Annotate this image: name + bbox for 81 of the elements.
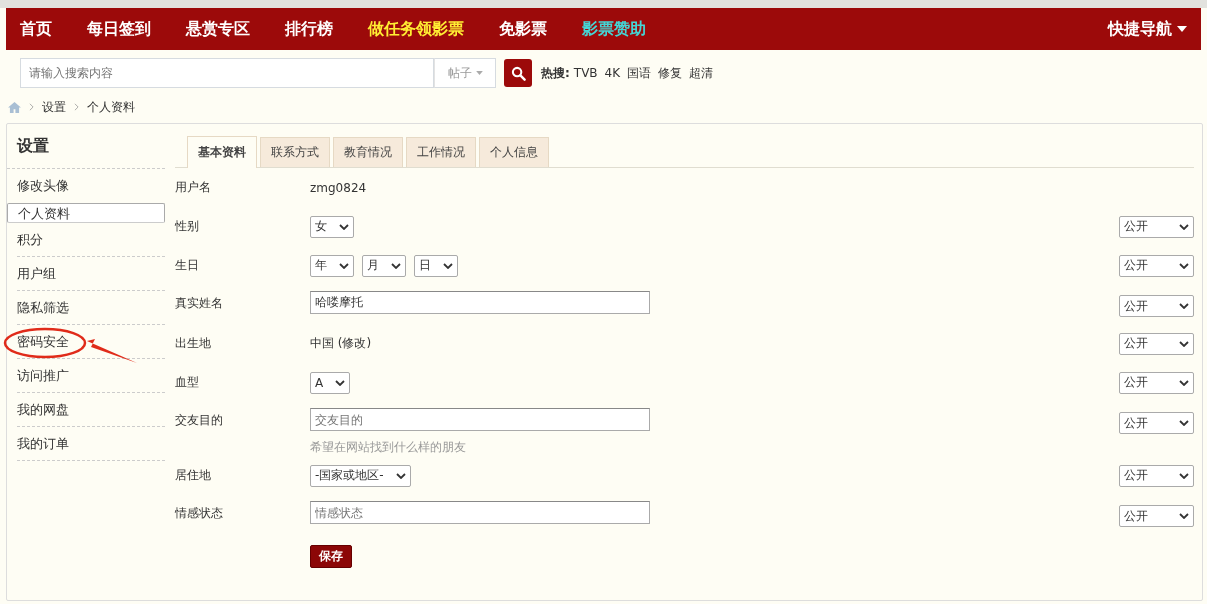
chevron-icon <box>339 262 349 269</box>
input-field[interactable]: 交友目的 <box>310 408 650 431</box>
nav-link[interactable]: 影票赞助 <box>582 18 646 40</box>
hot-search-link[interactable]: 国语 <box>627 64 652 82</box>
privacy-dropdown[interactable]: 公开 <box>1119 332 1194 355</box>
hot-search-label: 热搜: <box>541 64 570 82</box>
tab[interactable]: 工作情况 <box>406 137 476 167</box>
privacy-dropdown[interactable]: 公开 <box>1119 215 1194 238</box>
field-label: 交友目的 <box>175 412 224 429</box>
chevron-icon <box>1179 513 1189 519</box>
privacy-dropdown[interactable]: 公开 <box>1119 254 1194 277</box>
privacy-dropdown[interactable]: 公开 <box>1119 412 1194 434</box>
chevron-icon <box>335 379 346 386</box>
chevron-icon <box>1179 472 1189 479</box>
search-icon <box>510 65 526 81</box>
dropdown[interactable]: 日 <box>414 254 458 277</box>
sidebar-item[interactable]: 用户组 <box>17 266 56 281</box>
dropdown[interactable]: 年 <box>310 254 354 277</box>
breadcrumb-link[interactable]: 设置 <box>42 98 66 116</box>
privacy-dropdown[interactable]: 公开 <box>1119 295 1194 317</box>
search-button[interactable] <box>504 59 532 87</box>
sidebar-item[interactable]: 我的网盘 <box>17 402 69 417</box>
sidebar-item[interactable]: 隐私筛选 <box>17 300 69 315</box>
privacy-dropdown[interactable]: 公开 <box>1119 371 1194 394</box>
tab[interactable]: 个人信息 <box>479 137 549 167</box>
sidebar-title: 设置 <box>7 124 165 169</box>
field-label: 情感状态 <box>175 505 224 522</box>
breadcrumb-link[interactable]: 个人资料 <box>87 98 135 116</box>
sidebar-item[interactable]: 修改头像 <box>17 178 69 193</box>
nav-link[interactable]: 每日签到 <box>87 18 151 40</box>
hot-search-link[interactable]: 修复 <box>658 64 683 82</box>
nav-link[interactable]: 悬赏专区 <box>186 18 250 40</box>
sidebar-item[interactable]: 积分 <box>17 232 43 247</box>
chevron-icon <box>1179 303 1189 309</box>
caret-icon <box>1177 26 1187 32</box>
field-hint: 希望在网站找到什么样的朋友 <box>310 439 467 456</box>
chevron-icon <box>1179 262 1189 269</box>
chevron-icon <box>443 262 453 269</box>
nav-link[interactable]: 做任务领影票 <box>368 18 464 40</box>
sidebar-item[interactable]: 我的订单 <box>17 436 69 451</box>
chevron-icon <box>339 223 349 230</box>
tab[interactable]: 教育情况 <box>333 137 403 167</box>
input-field[interactable]: 情感状态 <box>310 501 650 524</box>
sidebar-item[interactable]: 个人资料 <box>18 196 70 230</box>
dropdown[interactable]: 女 <box>310 215 354 238</box>
dropdown[interactable]: A <box>310 371 351 394</box>
field-value: zmg0824 <box>310 180 368 195</box>
field-label: 出生地 <box>175 335 212 352</box>
search-field[interactable]: 请输入搜索内容 <box>20 58 434 88</box>
privacy-dropdown[interactable]: 公开 <box>1119 505 1194 527</box>
chevron-icon <box>391 262 401 269</box>
field-label: 生日 <box>175 257 200 274</box>
dropdown[interactable]: -国家或地区- <box>310 464 411 487</box>
privacy-dropdown[interactable]: 公开 <box>1119 464 1194 487</box>
chevron-icon <box>1179 420 1189 426</box>
chevron-icon <box>1179 340 1189 347</box>
sidebar-item[interactable]: 访问推广 <box>17 368 69 383</box>
chevron-icon <box>1179 223 1189 230</box>
caret-icon <box>475 71 483 75</box>
save-button[interactable]: 保存 <box>310 545 352 568</box>
chevron-icon <box>395 472 406 479</box>
chevron-icon <box>1179 379 1189 386</box>
tab[interactable]: 联系方式 <box>260 137 330 167</box>
dropdown[interactable]: 月 <box>362 254 406 277</box>
input-field[interactable]: 哈喽摩托 <box>310 291 650 314</box>
hot-search-link[interactable]: 超清 <box>689 64 714 82</box>
hot-search-link[interactable]: TVB <box>573 66 598 80</box>
chevron-icon <box>74 103 79 111</box>
quick-nav-menu[interactable]: 快捷导航 <box>1108 18 1187 40</box>
nav-link[interactable]: 排行榜 <box>285 18 333 40</box>
field-label: 真实姓名 <box>175 295 224 312</box>
field-label: 血型 <box>175 374 200 391</box>
nav-link[interactable]: 免影票 <box>499 18 547 40</box>
hot-search-link[interactable]: 4K <box>604 66 621 80</box>
field-label: 用户名 <box>175 179 212 196</box>
field-value: 中国 (修改) <box>310 335 373 352</box>
nav-link[interactable]: 首页 <box>20 18 52 40</box>
field-label: 居住地 <box>175 467 212 484</box>
field-label: 性别 <box>175 218 200 235</box>
tab[interactable]: 基本资料 <box>187 136 257 168</box>
chevron-icon <box>29 103 34 111</box>
